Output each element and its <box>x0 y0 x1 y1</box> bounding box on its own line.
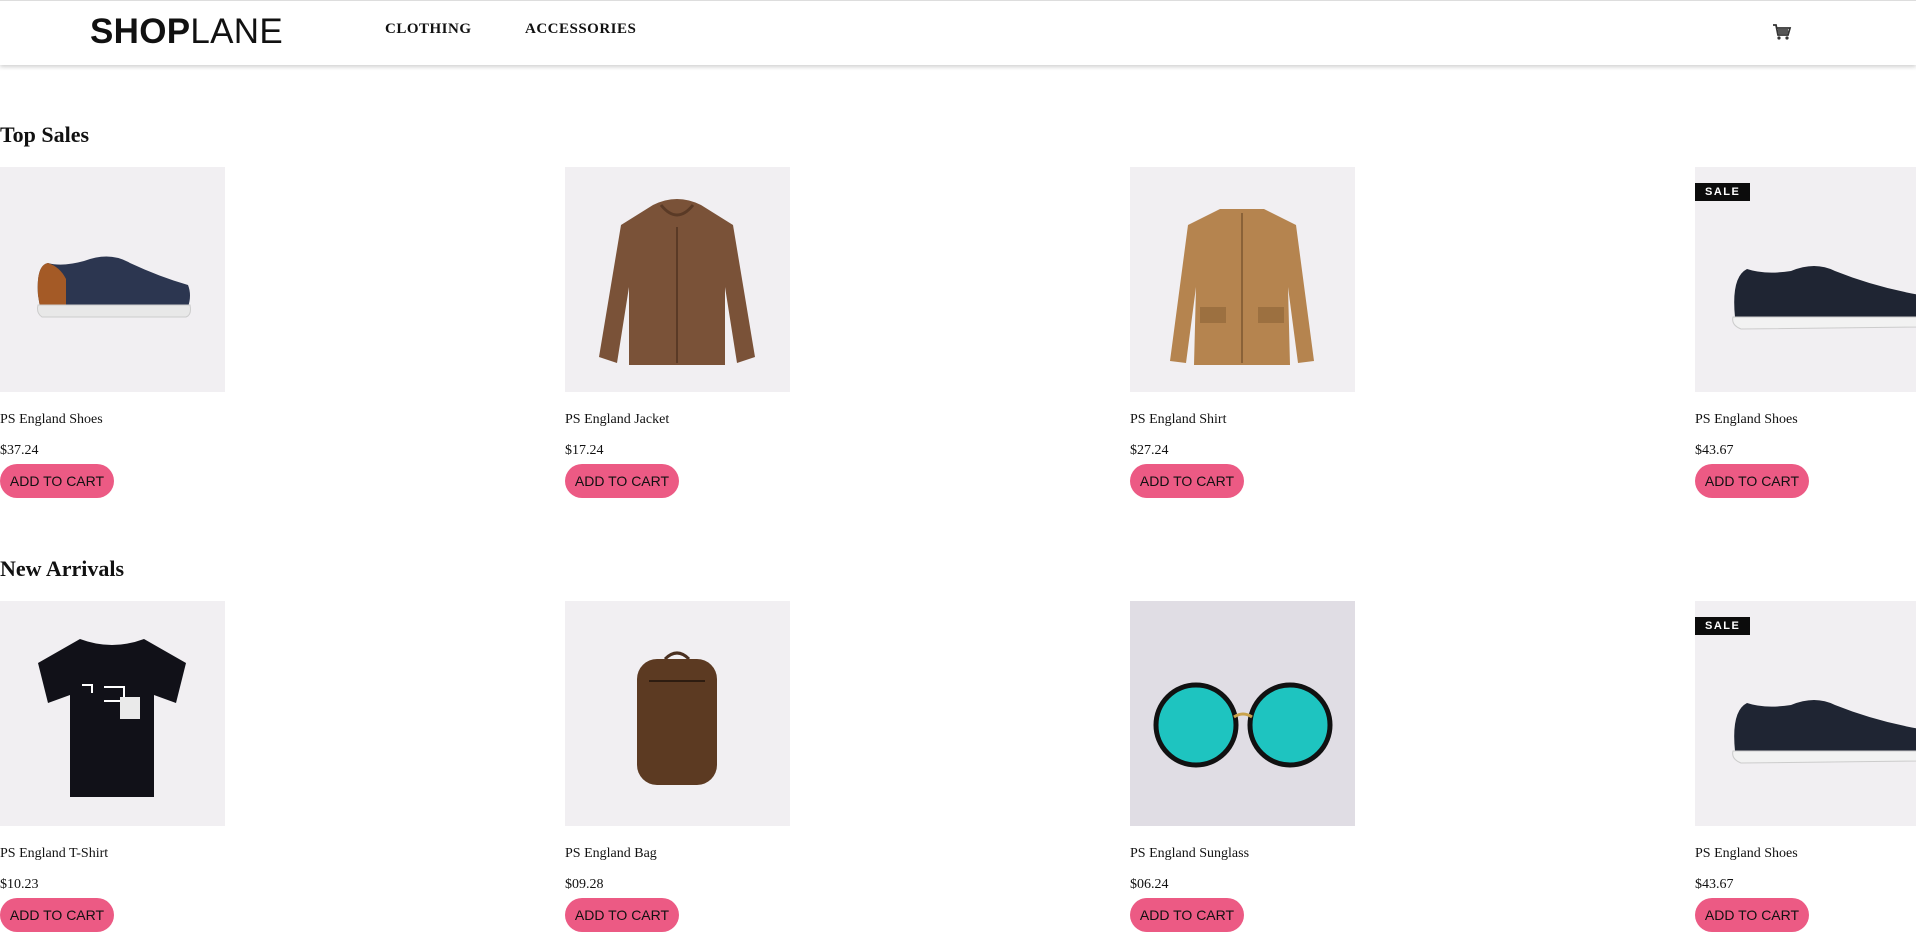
product-image-sneaker[interactable]: SALE <box>1695 167 1916 392</box>
sale-badge: SALE <box>1695 183 1751 201</box>
top-header: SHOPLANE CLOTHING ACCESSORIES <box>0 0 1916 65</box>
product-price: $43.67 <box>1695 443 1734 458</box>
nav-clothing[interactable]: CLOTHING <box>385 21 472 38</box>
sale-badge: SALE <box>1695 617 1751 635</box>
add-to-cart-button[interactable]: ADD TO CART <box>0 898 114 932</box>
product-price: $37.24 <box>0 443 39 458</box>
product-price: $43.67 <box>1695 877 1734 892</box>
product-name[interactable]: PS England Shoes <box>1695 846 1798 862</box>
product-image-tshirt[interactable] <box>0 601 225 826</box>
product-price: $10.23 <box>0 877 39 892</box>
product-price: $06.24 <box>1130 877 1169 892</box>
product-image-shoes[interactable] <box>0 167 225 392</box>
site-logo[interactable]: SHOPLANE <box>90 11 283 53</box>
product-card: PS England Sunglass $06.24 ADD TO CART <box>1130 601 1355 932</box>
product-name[interactable]: PS England Bag <box>565 846 657 862</box>
logo-bold-text: SHOP <box>90 12 191 51</box>
product-name[interactable]: PS England Jacket <box>565 412 669 428</box>
product-card: PS England Bag $09.28 ADD TO CART <box>565 601 790 932</box>
product-card: PS England Shoes $37.24 ADD TO CART <box>0 167 225 498</box>
product-image-sneaker[interactable]: SALE <box>1695 601 1916 826</box>
product-card: PS England Jacket $17.24 ADD TO CART <box>565 167 790 498</box>
product-image-bag[interactable] <box>565 601 790 826</box>
product-image-sunglasses[interactable] <box>1130 601 1355 826</box>
nav-accessories[interactable]: ACCESSORIES <box>525 21 636 38</box>
product-price: $17.24 <box>565 443 604 458</box>
product-name[interactable]: PS England Shoes <box>1695 412 1798 428</box>
product-price: $09.28 <box>565 877 604 892</box>
add-to-cart-button[interactable]: ADD TO CART <box>0 464 114 498</box>
section-title-top-sales: Top Sales <box>0 122 90 147</box>
product-card: PS England Shirt $27.24 ADD TO CART <box>1130 167 1355 498</box>
add-to-cart-button[interactable]: ADD TO CART <box>1130 464 1244 498</box>
product-card: SALE PS England Shoes $43.67 ADD TO CART <box>1695 601 1916 932</box>
add-to-cart-button[interactable]: ADD TO CART <box>565 464 679 498</box>
product-price: $27.24 <box>1130 443 1169 458</box>
product-name[interactable]: PS England Shirt <box>1130 412 1226 428</box>
product-name[interactable]: PS England T-Shirt <box>0 846 108 862</box>
add-to-cart-button[interactable]: ADD TO CART <box>1695 464 1809 498</box>
add-to-cart-button[interactable]: ADD TO CART <box>1130 898 1244 932</box>
add-to-cart-button[interactable]: ADD TO CART <box>1695 898 1809 932</box>
product-image-jacket[interactable] <box>565 167 790 392</box>
product-name[interactable]: PS England Shoes <box>0 412 103 428</box>
add-to-cart-button[interactable]: ADD TO CART <box>565 898 679 932</box>
product-name[interactable]: PS England Sunglass <box>1130 846 1249 862</box>
logo-light-text: LANE <box>190 12 284 51</box>
product-card: SALE PS England Shoes $43.67 ADD TO CART <box>1695 167 1916 498</box>
section-title-new-arrivals: New Arrivals <box>0 556 125 581</box>
product-card: PS England T-Shirt $10.23 ADD TO CART <box>0 601 225 932</box>
product-image-shirt[interactable] <box>1130 167 1355 392</box>
shopping-cart-icon[interactable] <box>1771 21 1793 43</box>
